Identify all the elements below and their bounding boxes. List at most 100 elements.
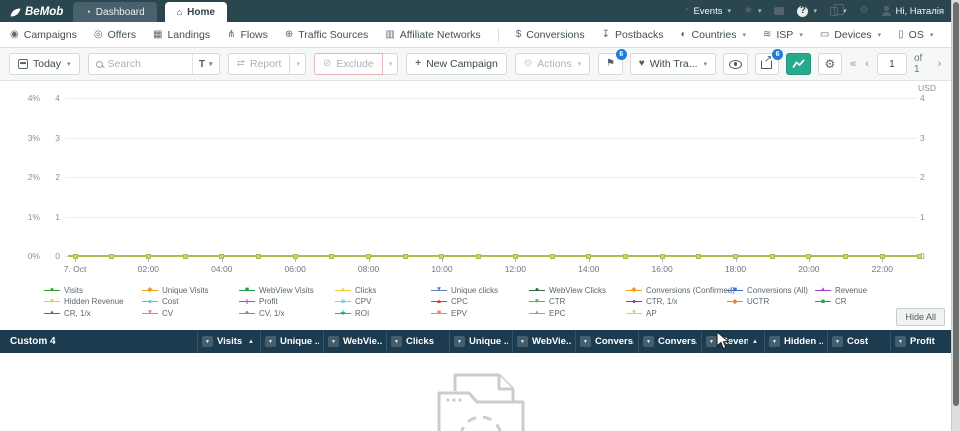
legend-item-profit[interactable]: +Profit bbox=[239, 297, 335, 307]
table-header-unique-[interactable]: ▼Unique ... bbox=[260, 330, 323, 353]
table-header-visits[interactable]: ▼Visits▲ bbox=[197, 330, 260, 353]
legend-item-ap[interactable]: ▼AP bbox=[626, 308, 727, 318]
help-menu[interactable]: ?▾ bbox=[797, 6, 817, 17]
next-page-button[interactable]: › bbox=[937, 58, 943, 70]
legend-item-cr-1-x[interactable]: ▲CR, 1/x bbox=[44, 308, 142, 318]
legend-item-cost[interactable]: ●Cost bbox=[142, 297, 239, 307]
table-header-custom-4[interactable]: Custom 4 bbox=[0, 330, 197, 353]
search-input[interactable] bbox=[108, 58, 187, 70]
tab-dashboard[interactable]: ◔ Dashboard bbox=[73, 2, 156, 22]
x-axis-label: 20:00 bbox=[787, 264, 831, 274]
legend-item-conversions-all-[interactable]: ■Conversions (All) bbox=[727, 285, 815, 295]
nav-item-countries[interactable]: ◐Countries▾ bbox=[680, 29, 746, 41]
traffic-filter-dropdown[interactable]: ♥ With Tra... ▾ bbox=[630, 53, 716, 75]
date-range-button[interactable]: Today ▾ bbox=[9, 53, 80, 75]
bemob-logo[interactable]: BeMob bbox=[0, 6, 73, 22]
table-header-hidden-[interactable]: ▼Hidden ... bbox=[764, 330, 827, 353]
legend-item-unique-visits[interactable]: ◆Unique Visits bbox=[142, 285, 239, 295]
share-button[interactable]: 6 bbox=[755, 53, 780, 75]
nav-item-isp[interactable]: ≋ISP▾ bbox=[763, 29, 803, 41]
search-type-dropdown[interactable]: T ▾ bbox=[192, 54, 219, 74]
column-filter-icon[interactable]: ▼ bbox=[517, 336, 528, 347]
legend-item-cr[interactable]: ■CR bbox=[815, 297, 867, 307]
prev-page-button[interactable]: ‹ bbox=[864, 58, 870, 70]
nav-item-conversions[interactable]: $Conversions bbox=[516, 29, 585, 41]
docs-menu[interactable]: ▾ bbox=[830, 7, 847, 16]
report-button[interactable]: ⇄ Report bbox=[228, 53, 291, 75]
gear-icon: ⚙ bbox=[860, 6, 869, 16]
column-filter-icon[interactable]: ▼ bbox=[832, 336, 843, 347]
exclude-button[interactable]: ⊘ Exclude bbox=[314, 53, 383, 75]
table-header-revenue[interactable]: ▼Revenue▲ bbox=[701, 330, 764, 353]
legend-item-epv[interactable]: ■EPV bbox=[431, 308, 529, 318]
visibility-button[interactable] bbox=[723, 53, 748, 75]
actions-button[interactable]: ⊙ Actions ▾ bbox=[515, 53, 590, 75]
messages-button[interactable] bbox=[774, 7, 784, 15]
table-header-webvie-[interactable]: ▼WebVie... bbox=[512, 330, 575, 353]
sort-asc-icon: ▲ bbox=[248, 339, 256, 345]
legend-item-roi[interactable]: +ROI bbox=[335, 308, 431, 318]
column-filter-icon[interactable]: ▼ bbox=[895, 336, 906, 347]
nav-item-devices[interactable]: ▭Devices▾ bbox=[820, 29, 881, 41]
nav-item-affiliate-networks[interactable]: ▥Affiliate Networks bbox=[385, 29, 480, 41]
table-header-convers-[interactable]: ▼Convers... bbox=[638, 330, 701, 353]
legend-item-ctr[interactable]: ▼CTR bbox=[529, 297, 626, 307]
legend-item-cpc[interactable]: ▲CPC bbox=[431, 297, 529, 307]
scrollbar-thumb[interactable] bbox=[953, 2, 959, 406]
column-filter-icon[interactable]: ▼ bbox=[265, 336, 276, 347]
column-filter-icon[interactable]: ▼ bbox=[202, 336, 213, 347]
user-menu-label: Hi, Наталія bbox=[895, 6, 944, 17]
first-page-button[interactable]: « bbox=[849, 58, 857, 70]
legend-item-webview-clicks[interactable]: ●WebView Clicks bbox=[529, 285, 626, 295]
table-header-unique-[interactable]: ▼Unique ... bbox=[449, 330, 512, 353]
table-header-cost[interactable]: ▼Cost bbox=[827, 330, 890, 353]
report-label: Report bbox=[250, 58, 282, 70]
legend-item-clicks[interactable]: ▲Clicks bbox=[335, 285, 431, 295]
column-filter-icon[interactable]: ▼ bbox=[580, 336, 591, 347]
user-menu[interactable]: Hi, Наталія bbox=[881, 6, 944, 17]
legend-item-hidden-revenue[interactable]: ▼Hidden Revenue bbox=[44, 297, 142, 307]
legend-item-cv-1-x[interactable]: ●CV, 1/x bbox=[239, 308, 335, 318]
new-campaign-button[interactable]: + New Campaign bbox=[406, 53, 507, 75]
tab-home[interactable]: ⌂ Home bbox=[165, 2, 227, 22]
flag-button[interactable]: ⚑ 6 bbox=[598, 53, 623, 75]
table-header-profit[interactable]: ▼Profit bbox=[890, 330, 953, 353]
column-filter-icon[interactable]: ▼ bbox=[769, 336, 780, 347]
events-menu[interactable]: ◔Events▾ bbox=[683, 6, 731, 17]
settings-button[interactable]: ⚙ bbox=[860, 6, 869, 16]
column-filter-icon[interactable]: ▼ bbox=[328, 336, 339, 347]
nav-item-os[interactable]: ▯OS▾ bbox=[898, 29, 933, 41]
report-dropdown-button[interactable]: ▾ bbox=[290, 53, 306, 75]
hide-all-button[interactable]: Hide All bbox=[896, 308, 945, 326]
legend-item-epc[interactable]: ▲EPC bbox=[529, 308, 626, 318]
nav-item-traffic-sources[interactable]: ⊕Traffic Sources bbox=[285, 29, 368, 41]
legend-item-conversions-confirmed-[interactable]: ◆Conversions (Confirmed) bbox=[626, 285, 727, 295]
table-header-convers-[interactable]: ▼Convers... bbox=[575, 330, 638, 353]
nav-item-landings[interactable]: ▦Landings bbox=[153, 29, 210, 41]
column-filter-icon[interactable]: ▼ bbox=[643, 336, 654, 347]
favorites-menu[interactable]: ★▾ bbox=[744, 6, 761, 16]
table-header-clicks[interactable]: ▼Clicks bbox=[386, 330, 449, 353]
legend-item-unique-clicks[interactable]: ▼Unique clicks bbox=[431, 285, 529, 295]
legend-item-uctr[interactable]: ◆UCTR bbox=[727, 297, 815, 307]
vertical-scrollbar[interactable] bbox=[951, 0, 960, 431]
legend-item-visits[interactable]: ●Visits bbox=[44, 285, 142, 295]
chart-toggle-button[interactable] bbox=[786, 53, 811, 75]
legend-item-cv[interactable]: ▼CV bbox=[142, 308, 239, 318]
legend-item-ctr-1-x[interactable]: ●CTR, 1/x bbox=[626, 297, 727, 307]
legend-item-cpv[interactable]: ■CPV bbox=[335, 297, 431, 307]
legend-marker: ● bbox=[142, 297, 158, 306]
legend-item-webview-visits[interactable]: ■WebView Visits bbox=[239, 285, 335, 295]
nav-item-postbacks[interactable]: ↧Postbacks bbox=[602, 29, 664, 41]
nav-item-campaigns[interactable]: ◉Campaigns bbox=[10, 29, 77, 41]
page-number-input[interactable] bbox=[877, 53, 907, 75]
exclude-dropdown-button[interactable]: ▾ bbox=[383, 53, 399, 75]
column-filter-icon[interactable]: ▼ bbox=[454, 336, 465, 347]
legend-item-revenue[interactable]: ▲Revenue bbox=[815, 285, 867, 295]
column-settings-button[interactable]: ⚙ bbox=[818, 53, 843, 75]
table-header-webvie-[interactable]: ▼WebVie... bbox=[323, 330, 386, 353]
x-axis-tick bbox=[662, 258, 663, 262]
nav-item-offers[interactable]: ◎Offers bbox=[94, 29, 136, 41]
nav-item-flows[interactable]: ⋔Flows bbox=[227, 29, 268, 41]
column-filter-icon[interactable]: ▼ bbox=[391, 336, 402, 347]
